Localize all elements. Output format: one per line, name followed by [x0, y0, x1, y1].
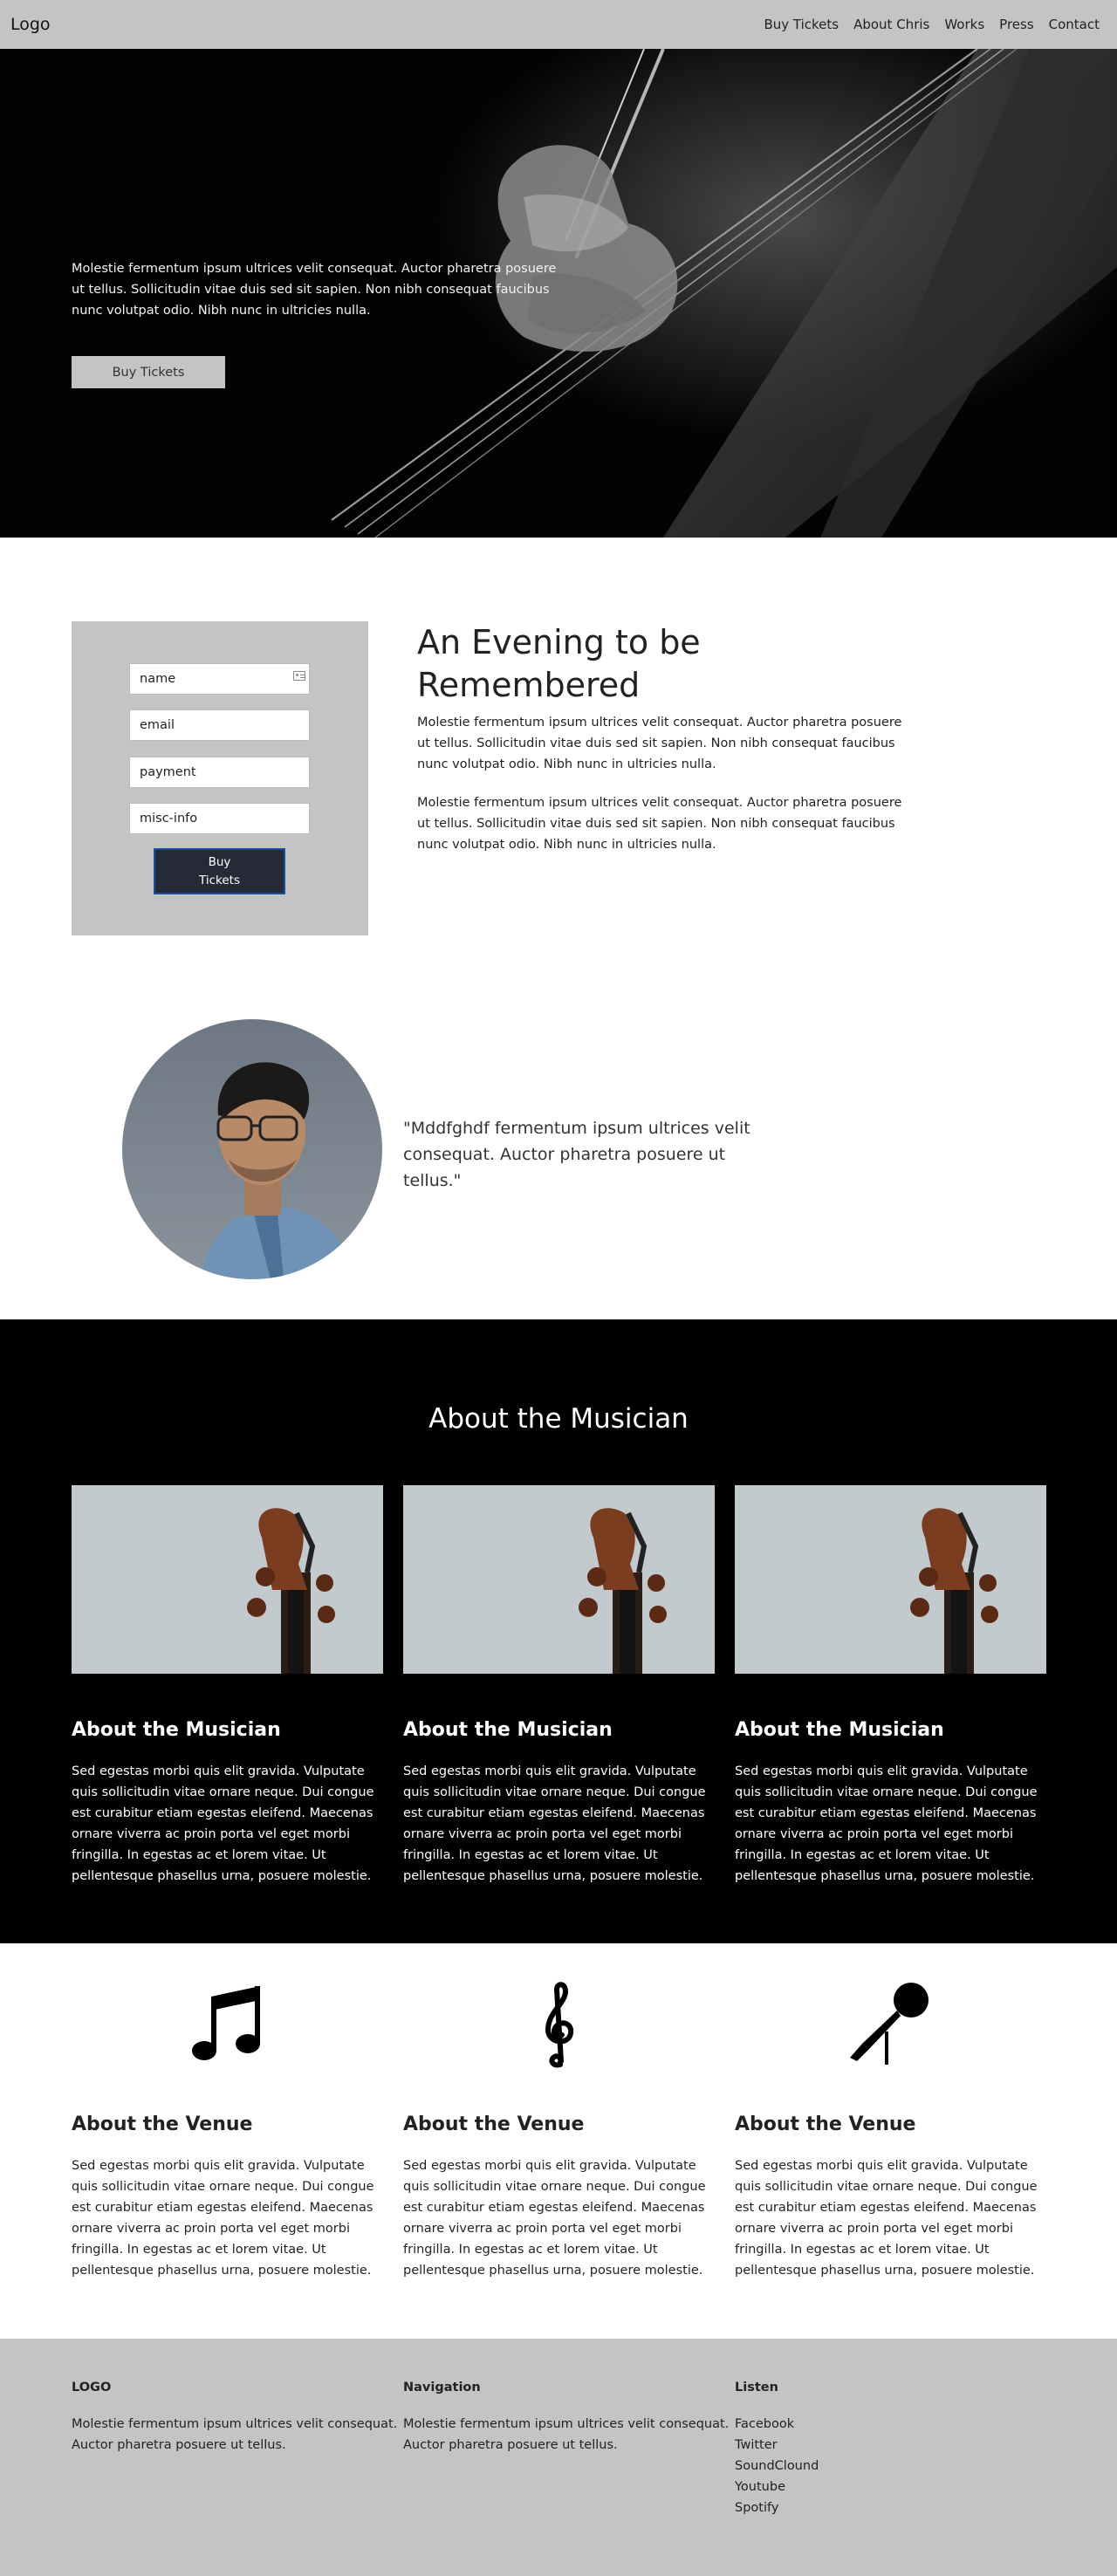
- form-button-line1: Buy: [208, 854, 231, 869]
- nav-buy-tickets[interactable]: Buy Tickets: [764, 17, 839, 32]
- musician-card-heading: About the Musician: [72, 1719, 281, 1741]
- footer-link-soundcloud[interactable]: SoundClound: [735, 2456, 819, 2477]
- violin-scroll-image: [72, 1485, 383, 1674]
- footer-listen-links: Facebook Twitter SoundClound Youtube Spo…: [735, 2414, 819, 2518]
- nav-works[interactable]: Works: [944, 17, 984, 32]
- name-input[interactable]: [129, 663, 310, 695]
- main-nav: Buy Tickets About Chris Works Press Cont…: [764, 17, 1100, 32]
- evening-paragraph-2: Molestie fermentum ipsum ultrices velit …: [417, 796, 902, 852]
- musician-card-text: Sed egestas morbi quis elit gravida. Vul…: [735, 1764, 1038, 1883]
- footer-navigation-text: Molestie fermentum ipsum ultrices velit …: [403, 2417, 730, 2452]
- payment-input[interactable]: [129, 757, 310, 788]
- treble-clef-icon: [545, 1982, 574, 2068]
- venue-card-text: Sed egestas morbi quis elit gravida. Vul…: [735, 2159, 1038, 2278]
- form-button-line2: Tickets: [199, 873, 240, 887]
- footer-link-twitter[interactable]: Twitter: [735, 2435, 819, 2456]
- nav-press[interactable]: Press: [999, 17, 1033, 32]
- violin-scroll-image: [735, 1485, 1046, 1674]
- misc-info-input[interactable]: [129, 803, 310, 834]
- ticket-form-panel: Buy Tickets: [72, 621, 368, 935]
- email-input[interactable]: [129, 709, 310, 741]
- venue-card-text: Sed egestas morbi quis elit gravida. Vul…: [403, 2159, 706, 2278]
- venue-card-text: Sed egestas morbi quis elit gravida. Vul…: [72, 2159, 374, 2278]
- hero-buy-tickets-button[interactable]: Buy Tickets: [72, 356, 225, 388]
- nav-about-chris[interactable]: About Chris: [853, 17, 929, 32]
- quote-text: "Mddfghdf fermentum ipsum ultrices velit…: [403, 1119, 750, 1190]
- musician-card-text: Sed egestas morbi quis elit gravida. Vul…: [72, 1764, 374, 1883]
- musician-card-heading: About the Musician: [735, 1719, 944, 1741]
- site-footer: LOGO Molestie fermentum ipsum ultrices v…: [0, 2339, 1117, 2576]
- venue-card-heading: About the Venue: [735, 2114, 916, 2135]
- footer-navigation-heading: Navigation: [403, 2381, 481, 2394]
- about-musician-section: About the Musician About the Musician Ab…: [0, 1319, 1117, 1943]
- music-notes-icon: [192, 1986, 260, 2060]
- footer-listen-heading: Listen: [735, 2381, 778, 2394]
- evening-title: An Evening to be Remembered: [417, 623, 701, 704]
- about-section-title: About the Musician: [428, 1403, 689, 1435]
- footer-logo-heading: LOGO: [72, 2381, 112, 2394]
- musician-card-text: Sed egestas morbi quis elit gravida. Vul…: [403, 1764, 706, 1883]
- footer-link-facebook[interactable]: Facebook: [735, 2414, 819, 2435]
- musician-card-heading: About the Musician: [403, 1719, 613, 1741]
- contact-card-icon: [293, 671, 305, 681]
- hero-section: Molestie fermentum ipsum ultrices velit …: [0, 49, 1117, 538]
- violin-scroll-image: [403, 1485, 715, 1674]
- evening-paragraph-1: Molestie fermentum ipsum ultrices velit …: [417, 716, 902, 771]
- hero-text: Molestie fermentum ipsum ultrices velit …: [72, 262, 557, 318]
- footer-logo-text: Molestie fermentum ipsum ultrices velit …: [72, 2417, 398, 2452]
- nav-contact[interactable]: Contact: [1049, 17, 1100, 32]
- footer-link-spotify[interactable]: Spotify: [735, 2497, 819, 2518]
- form-buy-tickets-button[interactable]: Buy Tickets: [154, 848, 285, 894]
- microphone-icon: [850, 1983, 929, 2065]
- musician-portrait: [122, 1019, 382, 1279]
- venue-card-heading: About the Venue: [403, 2114, 585, 2135]
- footer-link-youtube[interactable]: Youtube: [735, 2477, 819, 2497]
- site-logo[interactable]: Logo: [10, 15, 51, 34]
- venue-card-heading: About the Venue: [72, 2114, 253, 2135]
- site-header: Logo Buy Tickets About Chris Works Press…: [0, 0, 1117, 49]
